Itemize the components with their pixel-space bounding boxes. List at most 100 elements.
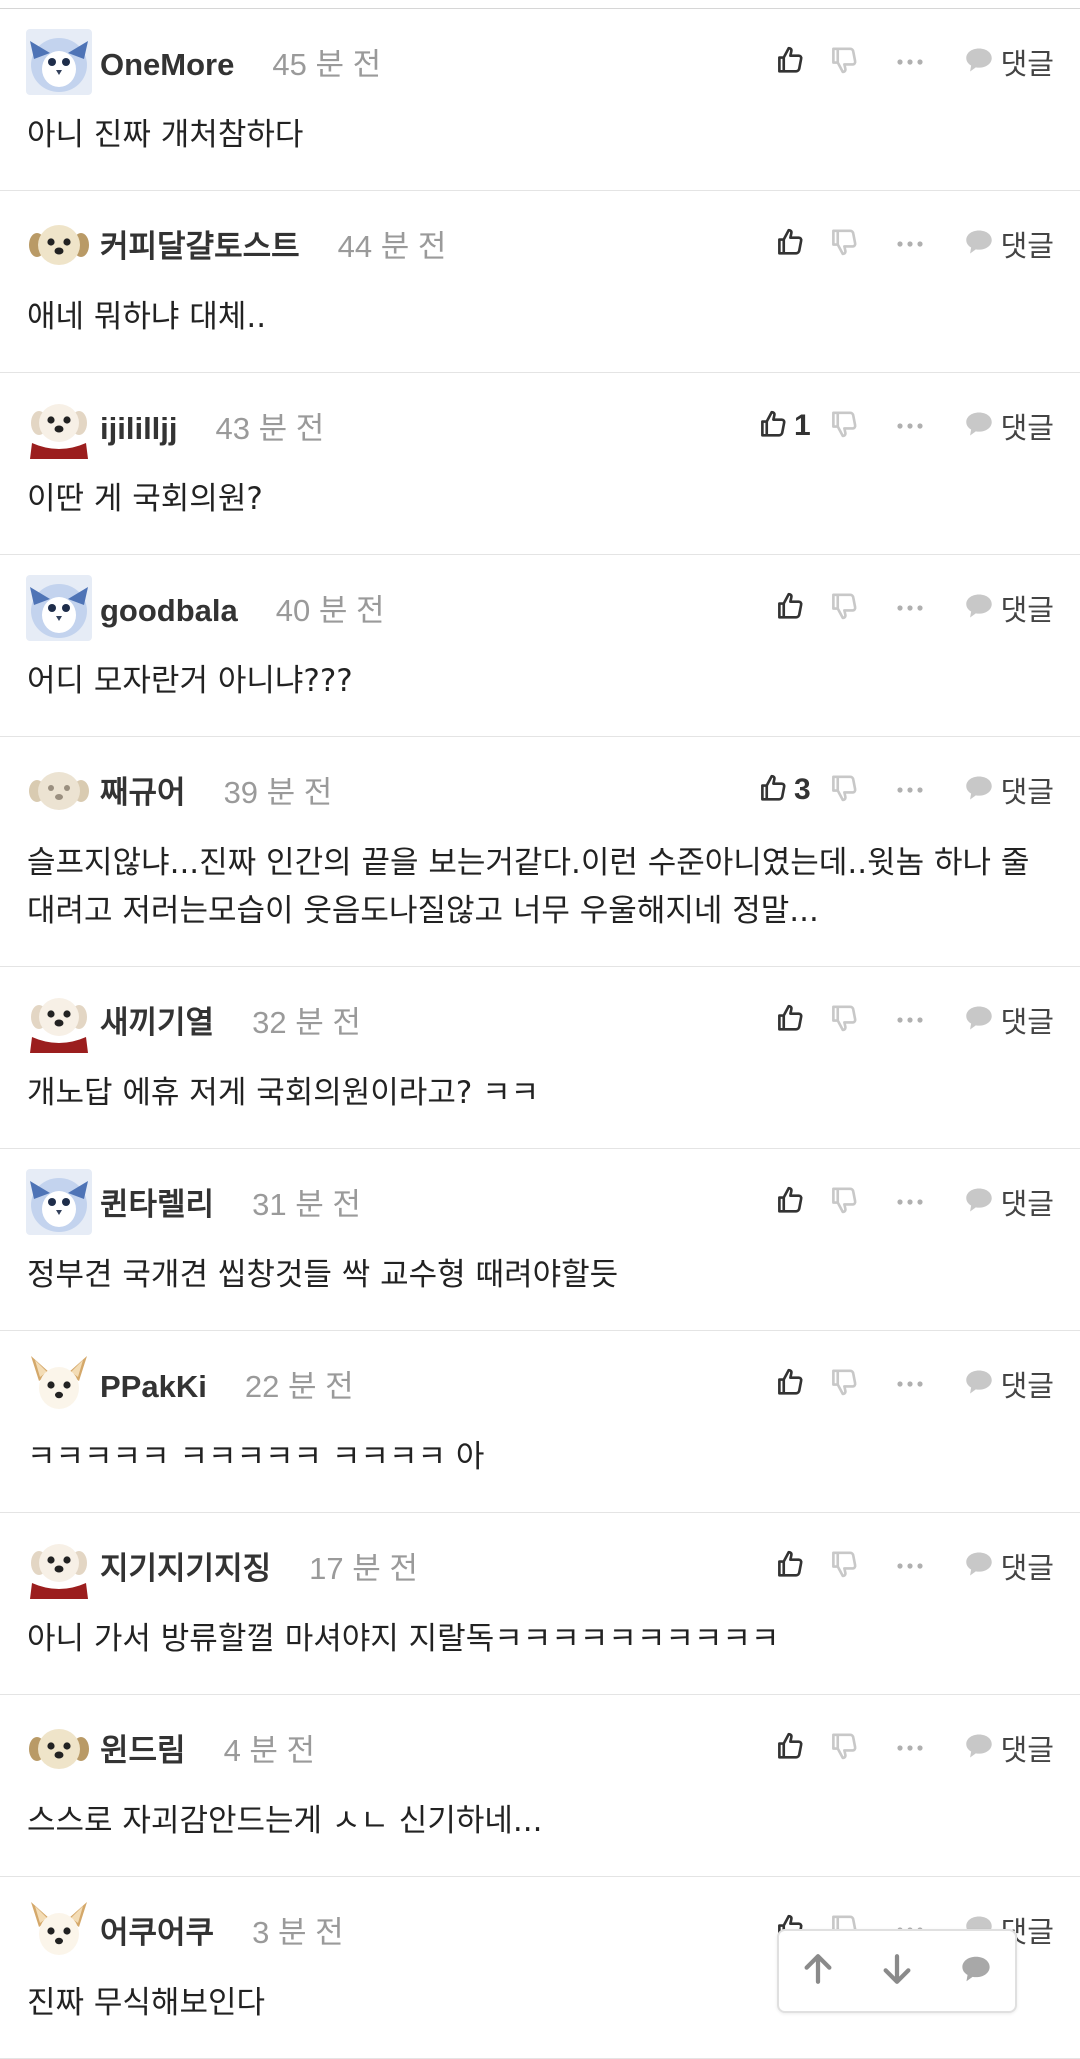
comment-button[interactable]	[946, 1941, 1006, 2001]
like-button[interactable]	[711, 1541, 811, 1591]
thumbs-up-icon	[775, 45, 805, 79]
dislike-button[interactable]	[811, 1541, 877, 1591]
reply-button[interactable]: 댓글	[963, 401, 1054, 451]
timestamp: 17 분 전	[309, 1551, 418, 1586]
more-dots-icon	[895, 417, 925, 436]
avatar[interactable]	[26, 1897, 92, 1963]
more-dots-icon	[895, 1375, 925, 1394]
scroll-down-button[interactable]	[867, 1941, 927, 2001]
comment-actions: 댓글	[711, 1541, 1054, 1591]
comment-text: 이딴 게 국회의원?	[27, 481, 263, 517]
dislike-button[interactable]	[811, 1359, 877, 1409]
timestamp: 4 분 전	[223, 1733, 316, 1768]
comment-item: OneMore 45 분 전 댓글 아니 진짜 개처참하다	[0, 9, 1080, 191]
dislike-button[interactable]	[811, 583, 877, 633]
dislike-button[interactable]	[811, 995, 877, 1045]
more-dots-icon	[895, 1739, 925, 1758]
reply-button[interactable]: 댓글	[963, 765, 1054, 815]
thumbs-down-icon	[829, 1003, 859, 1037]
avatar[interactable]	[26, 1533, 92, 1599]
like-button[interactable]: 1	[711, 401, 811, 451]
reply-button[interactable]: 댓글	[963, 1541, 1054, 1591]
speech-bubble-icon	[963, 46, 995, 78]
more-button[interactable]	[877, 1723, 943, 1773]
username[interactable]: 어쿠어쿠	[100, 1915, 214, 1950]
reply-button[interactable]: 댓글	[963, 219, 1054, 269]
avatar[interactable]	[26, 1351, 92, 1417]
more-button[interactable]	[877, 583, 943, 633]
username[interactable]: 새끼기열	[100, 1005, 214, 1040]
more-button[interactable]	[877, 401, 943, 451]
like-button[interactable]	[711, 37, 811, 87]
username[interactable]: 윈드림	[100, 1733, 186, 1768]
timestamp: 3 분 전	[252, 1915, 344, 1950]
speech-bubble-icon	[963, 774, 995, 806]
dislike-button[interactable]	[811, 765, 877, 815]
thumbs-up-icon	[775, 1003, 805, 1037]
like-count: 3	[793, 773, 811, 806]
scroll-up-button[interactable]	[788, 1941, 848, 2001]
like-button[interactable]	[711, 1723, 811, 1773]
reply-label: 댓글	[1000, 775, 1054, 809]
speech-bubble-icon	[963, 592, 995, 624]
dislike-button[interactable]	[811, 401, 877, 451]
like-button[interactable]	[711, 995, 811, 1045]
avatar[interactable]	[26, 987, 92, 1053]
reply-button[interactable]: 댓글	[963, 583, 1054, 633]
like-button[interactable]	[711, 1177, 811, 1227]
reply-label: 댓글	[1000, 1733, 1054, 1767]
more-button[interactable]	[877, 219, 943, 269]
dislike-button[interactable]	[811, 1177, 877, 1227]
reply-button[interactable]: 댓글	[963, 1177, 1054, 1227]
dislike-button[interactable]	[811, 219, 877, 269]
more-button[interactable]	[877, 1359, 943, 1409]
timestamp: 39 분 전	[223, 775, 333, 810]
reply-label: 댓글	[1000, 1187, 1054, 1221]
like-button[interactable]	[711, 219, 811, 269]
more-button[interactable]	[877, 1177, 943, 1227]
avatar[interactable]	[26, 1169, 92, 1235]
speech-bubble-icon	[963, 1550, 995, 1582]
more-button[interactable]	[877, 765, 943, 815]
speech-bubble-icon	[963, 1004, 995, 1036]
avatar[interactable]	[26, 1715, 92, 1781]
thumbs-down-icon	[829, 45, 859, 79]
reply-button[interactable]: 댓글	[963, 37, 1054, 87]
username[interactable]: ijililljj	[100, 411, 178, 446]
avatar[interactable]	[26, 757, 92, 823]
thumbs-down-icon	[829, 409, 859, 443]
comment-text: 슬프지않냐...진짜 인간의 끝을 보는거같다.이런 수준아니였는데..윗놈 하…	[27, 845, 1030, 929]
comment-actions: 댓글	[711, 219, 1054, 269]
username[interactable]: 퀸타렐리	[100, 1187, 214, 1222]
thumbs-up-icon	[775, 1185, 805, 1219]
reply-button[interactable]: 댓글	[963, 1359, 1054, 1409]
thumbs-up-icon	[775, 591, 805, 625]
dislike-button[interactable]	[811, 1723, 877, 1773]
username[interactable]: goodbala	[100, 593, 238, 628]
thumbs-down-icon	[829, 1185, 859, 1219]
avatar[interactable]	[26, 29, 92, 95]
reply-button[interactable]: 댓글	[963, 995, 1054, 1045]
speech-bubble-icon	[963, 410, 995, 442]
like-button[interactable]	[711, 583, 811, 633]
comment-item: ijililljj 43 분 전 1 댓글 이딴 게 국회의원?	[0, 373, 1080, 555]
avatar[interactable]	[26, 211, 92, 277]
username[interactable]: 째규어	[100, 775, 186, 810]
comment-actions: 댓글	[711, 1359, 1054, 1409]
more-button[interactable]	[877, 995, 943, 1045]
username[interactable]: 커피달걀토스트	[100, 229, 300, 264]
thumbs-down-icon	[829, 1549, 859, 1583]
username[interactable]: PPakKi	[100, 1369, 207, 1404]
like-button[interactable]	[711, 1359, 811, 1409]
avatar[interactable]	[26, 393, 92, 459]
more-button[interactable]	[877, 1541, 943, 1591]
reply-label: 댓글	[1000, 1005, 1054, 1039]
more-button[interactable]	[877, 37, 943, 87]
avatar[interactable]	[26, 575, 92, 641]
comment-actions: 3 댓글	[711, 765, 1054, 815]
dislike-button[interactable]	[811, 37, 877, 87]
username[interactable]: 지기지기지징	[100, 1551, 271, 1586]
reply-button[interactable]: 댓글	[963, 1723, 1054, 1773]
like-button[interactable]: 3	[711, 765, 811, 815]
username[interactable]: OneMore	[100, 47, 234, 82]
